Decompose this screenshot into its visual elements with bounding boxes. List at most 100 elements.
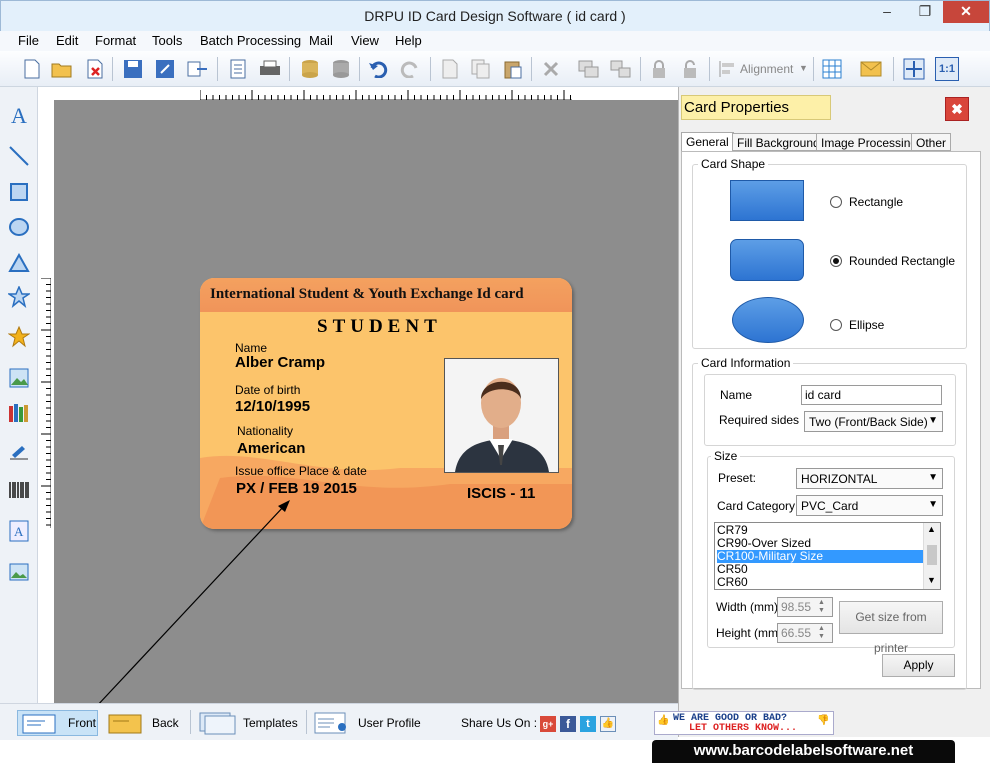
open-icon[interactable] [50, 57, 74, 81]
get-size-from-printer-button[interactable]: Get size from printer [839, 601, 943, 655]
scroll-down-icon[interactable]: ▼ [927, 575, 936, 585]
tab-fill-background[interactable]: Fill Background [732, 133, 825, 151]
database-icon[interactable] [298, 57, 322, 81]
tab-general[interactable]: General [681, 132, 734, 152]
alignment-dropdown[interactable]: Alignment [740, 62, 793, 76]
grid-icon[interactable] [820, 57, 844, 81]
close-file-icon[interactable] [83, 57, 107, 81]
rectangle-tool-icon[interactable] [6, 179, 32, 205]
like-icon[interactable]: 👍 [600, 716, 616, 732]
panel-close-icon[interactable]: ✖ [945, 97, 969, 121]
front-tab[interactable]: Front [17, 710, 98, 736]
scroll-thumb[interactable] [927, 545, 937, 565]
rounded-rectangle-shape-preview[interactable] [730, 239, 804, 281]
paste-icon[interactable] [501, 57, 525, 81]
picture-tool-icon[interactable] [6, 559, 32, 585]
print-preview-icon[interactable] [226, 57, 250, 81]
ellipse-radio-label[interactable]: Ellipse [849, 318, 884, 332]
card-name-value[interactable]: Alber Cramp [235, 354, 325, 371]
star-tool-icon[interactable] [6, 284, 32, 310]
export-icon[interactable] [186, 57, 210, 81]
card-name-input[interactable]: id card [801, 385, 942, 405]
card-name-label[interactable]: Name [235, 341, 267, 355]
facebook-icon[interactable]: f [560, 716, 576, 732]
card-photo[interactable] [444, 358, 559, 473]
menu-batch-processing[interactable]: Batch Processing [200, 33, 301, 48]
rectangle-shape-preview[interactable] [730, 180, 804, 221]
email-icon[interactable] [859, 57, 883, 81]
ungroup-icon[interactable] [609, 57, 633, 81]
user-profile-button[interactable]: User Profile [314, 710, 421, 736]
redo-icon[interactable] [398, 57, 422, 81]
library-tool-icon[interactable] [6, 400, 32, 426]
rectangle-radio[interactable] [830, 196, 842, 208]
scroll-up-icon[interactable]: ▲ [927, 524, 936, 534]
copy-icon[interactable] [469, 57, 493, 81]
rounded-rectangle-radio-label[interactable]: Rounded Rectangle [849, 254, 955, 268]
text-tool-icon[interactable]: A [6, 103, 32, 129]
card-issue-label[interactable]: Issue office Place & date [235, 464, 367, 478]
size-list-scrollbar[interactable]: ▲ ▼ [923, 523, 940, 589]
height-spinner-icon[interactable]: ▲ ▼ [818, 625, 825, 641]
menu-help[interactable]: Help [395, 33, 422, 48]
symbol-tool-icon[interactable] [6, 324, 32, 350]
tab-image-processing[interactable]: Image Processing [816, 133, 923, 151]
ellipse-shape-preview[interactable] [732, 297, 804, 343]
menu-mail[interactable]: Mail [309, 33, 333, 48]
menu-view[interactable]: View [351, 33, 379, 48]
rounded-rectangle-radio[interactable] [830, 255, 842, 267]
card-nationality-value[interactable]: American [237, 440, 305, 457]
google-plus-icon[interactable]: g+ [540, 716, 556, 732]
new-icon[interactable] [20, 57, 44, 81]
ellipse-radio[interactable] [830, 319, 842, 331]
menu-format[interactable]: Format [95, 33, 136, 48]
card-code[interactable]: ISCIS - 11 [467, 485, 535, 502]
lock-icon[interactable] [647, 57, 671, 81]
alignment-icon[interactable] [715, 57, 739, 81]
minimize-button[interactable]: – [871, 1, 903, 23]
delete-icon[interactable] [539, 57, 563, 81]
save-as-icon[interactable] [153, 57, 177, 81]
watermark-tool-icon[interactable]: A [6, 518, 32, 544]
save-icon[interactable] [121, 57, 145, 81]
line-tool-icon[interactable] [6, 143, 32, 169]
triangle-tool-icon[interactable] [6, 250, 32, 276]
fit-to-window-icon[interactable] [902, 57, 926, 81]
cut-icon[interactable] [438, 57, 462, 81]
width-spinner-icon[interactable]: ▲ ▼ [818, 599, 825, 615]
print-icon[interactable] [258, 57, 282, 81]
card-role[interactable]: STUDENT [317, 316, 442, 338]
preset-select[interactable]: HORIZONTAL ▼ [796, 468, 943, 489]
image-tool-icon[interactable] [6, 365, 32, 391]
undo-icon[interactable] [366, 57, 390, 81]
size-option-cr60[interactable]: CR60 [717, 576, 923, 589]
size-listbox[interactable]: CR79 CR90-Over Sized CR100-Military Size… [714, 522, 941, 590]
menu-tools[interactable]: Tools [152, 33, 182, 48]
restore-button[interactable]: ❐ [909, 1, 941, 23]
back-tab[interactable]: Back [108, 710, 179, 736]
unlock-icon[interactable] [678, 57, 702, 81]
menu-file[interactable]: File [18, 33, 39, 48]
tab-other[interactable]: Other [911, 133, 952, 151]
apply-button[interactable]: Apply [882, 654, 955, 677]
card-category-select[interactable]: PVC_Card ▼ [796, 495, 943, 516]
card-header-text[interactable]: International Student & Youth Exchange I… [210, 286, 524, 303]
barcode-tool-icon[interactable] [6, 477, 32, 503]
close-window-button[interactable]: ✕ [943, 1, 989, 23]
card-issue-value[interactable]: PX / FEB 19 2015 [236, 480, 357, 497]
actual-size-icon[interactable]: 1:1 [935, 57, 959, 81]
rectangle-radio-label[interactable]: Rectangle [849, 195, 903, 209]
database-settings-icon[interactable] [329, 57, 353, 81]
required-sides-select[interactable]: Two (Front/Back Side) ▼ [804, 411, 943, 432]
group-icon[interactable] [577, 57, 601, 81]
card-dob-label[interactable]: Date of birth [235, 383, 300, 397]
id-card[interactable]: International Student & Youth Exchange I… [200, 278, 572, 529]
twitter-icon[interactable]: t [580, 716, 596, 732]
feedback-banner[interactable]: 👍 WE ARE GOOD OR BAD? LET OTHERS KNOW...… [654, 711, 834, 735]
card-dob-value[interactable]: 12/10/1995 [235, 398, 310, 415]
menu-edit[interactable]: Edit [56, 33, 78, 48]
alignment-chevron-down-icon[interactable]: ▼ [799, 63, 808, 73]
card-nationality-label[interactable]: Nationality [237, 424, 293, 438]
signature-tool-icon[interactable] [6, 440, 32, 466]
ellipse-tool-icon[interactable] [6, 214, 32, 240]
